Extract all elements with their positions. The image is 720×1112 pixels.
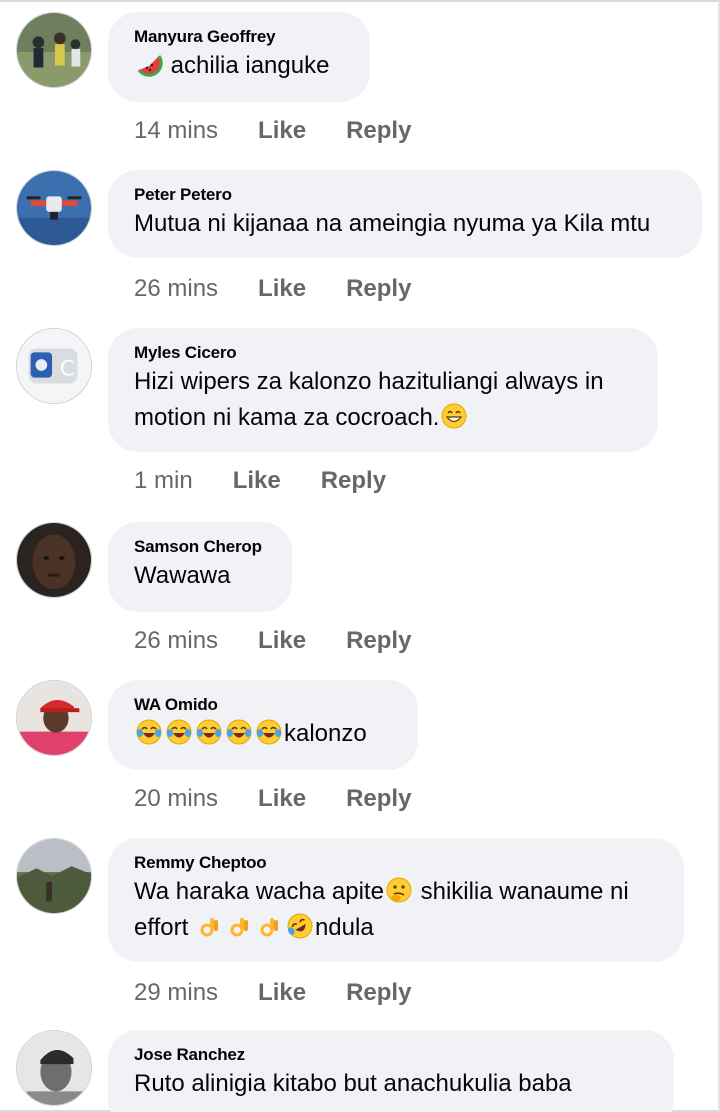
comment-text: achilia ianguke bbox=[134, 48, 344, 84]
rofl-face-icon bbox=[286, 912, 314, 940]
comment-actions: 26 mins Like Reply bbox=[134, 274, 411, 304]
drone-avatar[interactable] bbox=[16, 170, 92, 246]
comment-author[interactable]: Myles Cicero bbox=[134, 342, 632, 364]
comment-author[interactable]: Samson Cherop bbox=[134, 536, 266, 558]
comment-time[interactable]: 26 mins bbox=[134, 275, 218, 303]
ok-hand-icon bbox=[196, 912, 224, 940]
comment-text: Mutua ni kijanaa na ameingia nyuma ya Ki… bbox=[134, 210, 651, 237]
comment-bubble: Manyura Geoffrey achilia ianguke bbox=[108, 12, 370, 102]
tears-of-joy-icon bbox=[135, 718, 163, 746]
comment-actions: 20 mins Like Reply bbox=[134, 784, 411, 814]
tears-of-joy-icon bbox=[195, 718, 223, 746]
comment-author[interactable]: WA Omido bbox=[134, 694, 392, 716]
comment-text: motion ni kama za cocroach. bbox=[134, 400, 632, 436]
thinking-face-icon bbox=[385, 876, 413, 904]
comment-text: Wa haraka wacha apite shikilia wanaume n… bbox=[134, 874, 658, 910]
comment-time[interactable]: 20 mins bbox=[134, 785, 218, 813]
comment-author[interactable]: Peter Petero bbox=[134, 184, 676, 206]
reply-button[interactable]: Reply bbox=[346, 275, 411, 303]
comment-bubble: Remmy Cheptoo Wa haraka wacha apite shik… bbox=[108, 838, 684, 962]
comment-text-line: kalonzo bbox=[284, 720, 367, 747]
like-button[interactable]: Like bbox=[258, 627, 306, 655]
ok-hand-icon bbox=[226, 912, 254, 940]
comment-text-line: achilia ianguke bbox=[170, 52, 330, 79]
outdoor-avatar[interactable] bbox=[16, 838, 92, 914]
like-button[interactable]: Like bbox=[258, 117, 306, 145]
comment-actions: 26 mins Like Reply bbox=[134, 626, 411, 656]
like-button[interactable]: Like bbox=[233, 467, 281, 495]
reply-button[interactable]: Reply bbox=[346, 627, 411, 655]
red-cap-avatar[interactable] bbox=[16, 680, 92, 756]
comment-text: Wawawa bbox=[134, 562, 231, 589]
comment-actions: 29 mins Like Reply bbox=[134, 978, 411, 1008]
comment-text: kalonzo bbox=[134, 716, 392, 752]
comment-text-line: Hizi wipers za kalonzo hazituliangi alwa… bbox=[134, 368, 604, 395]
logo-avatar[interactable]: C bbox=[16, 328, 92, 404]
bw-portrait-avatar[interactable] bbox=[16, 1030, 92, 1106]
comment-bubble: Peter Petero Mutua ni kijanaa na ameingi… bbox=[108, 170, 702, 258]
comment-text-line: motion ni kama za cocroach. bbox=[134, 404, 440, 431]
ok-hand-icon bbox=[256, 912, 284, 940]
comment-author[interactable]: Jose Ranchez bbox=[134, 1044, 648, 1066]
comment-bubble: WA Omido kalonzo bbox=[108, 680, 418, 770]
comment-time[interactable]: 26 mins bbox=[134, 627, 218, 655]
comment-time[interactable]: 14 mins bbox=[134, 117, 218, 145]
watermelon-icon bbox=[135, 50, 163, 78]
comment-author[interactable]: Manyura Geoffrey bbox=[134, 26, 344, 48]
comment-bubble: Myles Cicero Hizi wipers za kalonzo hazi… bbox=[108, 328, 658, 452]
comment-time[interactable]: 29 mins bbox=[134, 979, 218, 1007]
like-button[interactable]: Like bbox=[258, 275, 306, 303]
comment-text-line: shikilia wanaume ni bbox=[413, 878, 629, 905]
comment-text: Ruto alinigia kitabo but anachukulia bab… bbox=[134, 1070, 572, 1097]
like-button[interactable]: Like bbox=[258, 979, 306, 1007]
reply-button[interactable]: Reply bbox=[321, 467, 386, 495]
reply-button[interactable]: Reply bbox=[346, 785, 411, 813]
svg-text:C: C bbox=[60, 357, 75, 382]
tears-of-joy-icon bbox=[225, 718, 253, 746]
comment-actions: 14 mins Like Reply bbox=[134, 116, 411, 146]
comment-text-line: effort bbox=[134, 914, 195, 941]
tears-of-joy-icon bbox=[165, 718, 193, 746]
comment-text-line: ndula bbox=[314, 914, 374, 941]
grinning-face-icon bbox=[440, 402, 468, 430]
comment-author[interactable]: Remmy Cheptoo bbox=[134, 852, 658, 874]
face-avatar[interactable] bbox=[16, 522, 92, 598]
reply-button[interactable]: Reply bbox=[346, 117, 411, 145]
comment-actions: 1 min Like Reply bbox=[134, 466, 386, 496]
comment-text: effort ndula bbox=[134, 910, 658, 946]
reply-button[interactable]: Reply bbox=[346, 979, 411, 1007]
comment-time[interactable]: 1 min bbox=[134, 467, 193, 495]
comment-bubble: Jose Ranchez Ruto alinigia kitabo but an… bbox=[108, 1030, 674, 1112]
comment-text-line: Wa haraka wacha apite bbox=[134, 878, 384, 905]
tears-of-joy-icon bbox=[255, 718, 283, 746]
comment-bubble: Samson Cherop Wawawa bbox=[108, 522, 292, 612]
like-button[interactable]: Like bbox=[258, 785, 306, 813]
crowd-photo-avatar[interactable] bbox=[16, 12, 92, 88]
